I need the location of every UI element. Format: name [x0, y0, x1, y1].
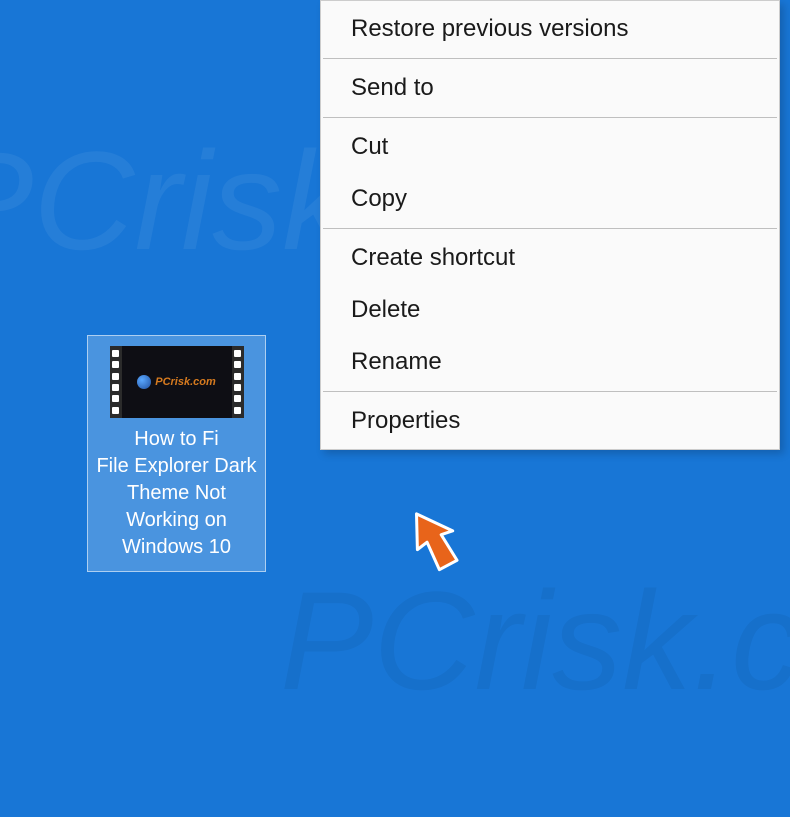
file-label: How to FiFile Explorer Dark Theme Not Wo…	[94, 426, 259, 561]
menu-separator	[323, 58, 777, 59]
menu-item-delete[interactable]: Delete	[321, 284, 779, 336]
video-logo: PCrisk.com	[137, 375, 216, 389]
menu-item-copy[interactable]: Copy	[321, 173, 779, 225]
menu-separator	[323, 228, 777, 229]
menu-item-properties[interactable]: Properties	[321, 395, 779, 447]
menu-item-cut[interactable]: Cut	[321, 121, 779, 173]
pointer-arrow-icon	[394, 500, 484, 590]
menu-separator	[323, 117, 777, 118]
watermark: PCrisk.com	[280, 560, 790, 722]
menu-item-rename[interactable]: Rename	[321, 336, 779, 388]
desktop-video-file[interactable]: PCrisk.com How to FiFile Explorer Dark T…	[87, 335, 266, 572]
menu-item-restore-previous-versions[interactable]: Restore previous versions	[321, 3, 779, 55]
menu-item-create-shortcut[interactable]: Create shortcut	[321, 232, 779, 284]
video-thumbnail: PCrisk.com	[122, 346, 232, 418]
menu-separator	[323, 391, 777, 392]
context-menu: Restore previous versions Send to Cut Co…	[320, 0, 780, 450]
menu-item-send-to[interactable]: Send to	[321, 62, 779, 114]
